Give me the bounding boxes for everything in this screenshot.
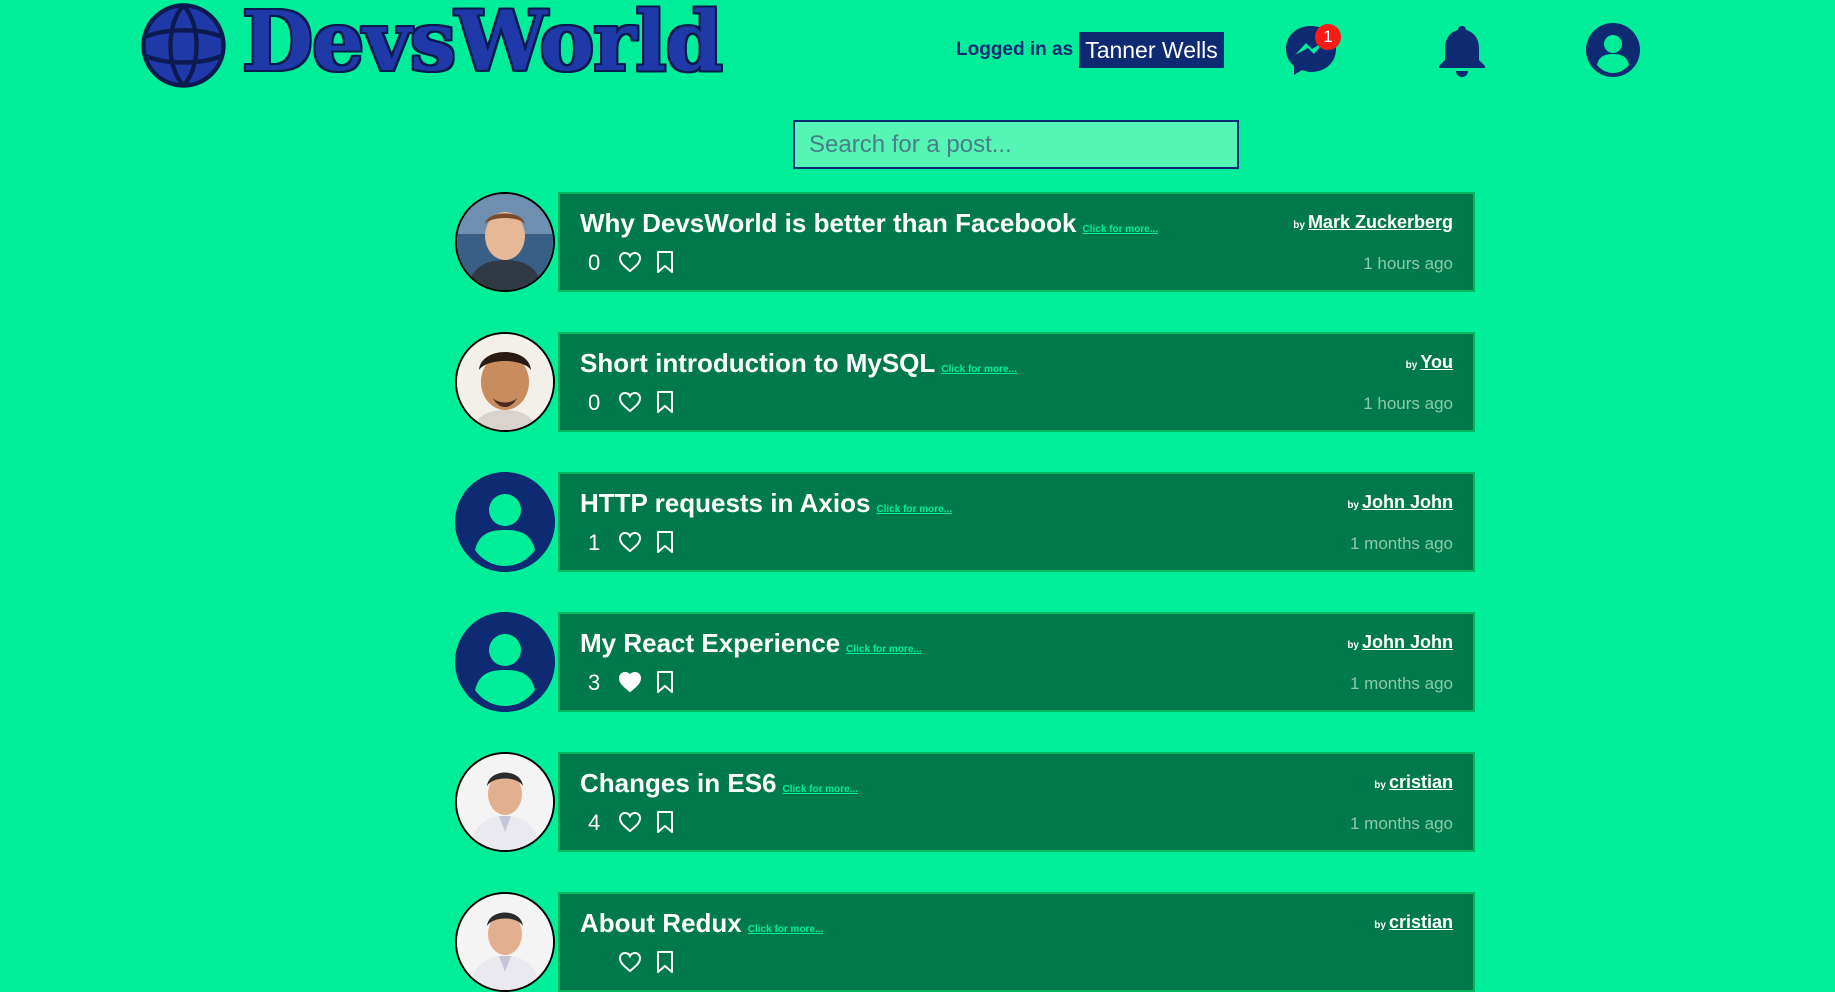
app-logo-text[interactable]: DevsWorld: [242, 0, 723, 90]
post-title[interactable]: Why DevsWorld is better than Facebook: [580, 208, 1077, 239]
logged-in-status: Logged in as Tanner Wells: [956, 32, 1224, 68]
post-row: Why DevsWorld is better than Facebook Cli…: [455, 192, 1475, 292]
user-account-icon: [1586, 23, 1640, 77]
post-timestamp: 1 months ago: [1349, 674, 1453, 693]
post-row: HTTP requests in Axios Click for more... b…: [455, 472, 1475, 572]
click-for-more-link[interactable]: Click for more...: [876, 504, 952, 515]
post-card[interactable]: Short introduction to MySQL Click for mor…: [558, 332, 1475, 432]
header: DevsWorld Logged in as Tanner Wells 1: [0, 0, 1835, 100]
heart-outline-icon[interactable]: [618, 391, 642, 413]
notification-count-badge: 1: [1315, 24, 1341, 50]
search-input[interactable]: [793, 120, 1239, 169]
heart-outline-icon[interactable]: [618, 951, 642, 973]
author-link[interactable]: You: [1420, 352, 1453, 373]
post-row: About Redux Click for more... by cristian: [455, 892, 1475, 992]
click-for-more-link[interactable]: Click for more...: [783, 784, 859, 795]
heart-outline-icon[interactable]: [618, 251, 642, 273]
post-row: Short introduction to MySQL Click for mor…: [455, 332, 1475, 432]
bell-icon: [1439, 26, 1485, 77]
bookmark-icon[interactable]: [655, 530, 675, 554]
like-count: 3: [588, 670, 601, 695]
bookmark-icon[interactable]: [655, 670, 675, 694]
post-title[interactable]: My React Experience: [580, 628, 840, 659]
heart-outline-icon[interactable]: [618, 811, 642, 833]
author-link[interactable]: Mark Zuckerberg: [1308, 212, 1453, 233]
bookmark-icon[interactable]: [655, 810, 675, 834]
post-card[interactable]: Why DevsWorld is better than Facebook Cli…: [558, 192, 1475, 292]
default-avatar-icon[interactable]: [455, 612, 555, 712]
post-title-line: Why DevsWorld is better than Facebook Cli…: [580, 208, 1158, 239]
post-title[interactable]: Changes in ES6: [580, 768, 777, 799]
like-count: 0: [588, 250, 601, 275]
post-title-line: About Redux Click for more...: [580, 908, 823, 939]
post-author: by John John: [1347, 632, 1453, 653]
post-title-line: Changes in ES6 Click for more...: [580, 768, 858, 799]
default-avatar-icon[interactable]: [455, 472, 555, 572]
author-avatar[interactable]: [455, 192, 555, 292]
post-card[interactable]: HTTP requests in Axios Click for more... b…: [558, 472, 1475, 572]
click-for-more-link[interactable]: Click for more...: [846, 644, 922, 655]
post-author: by cristian: [1374, 912, 1453, 933]
post-title-line: Short introduction to MySQL Click for mor…: [580, 348, 1017, 379]
logged-in-label: Logged in as: [956, 39, 1074, 60]
post-author: by cristian: [1374, 772, 1453, 793]
author-link[interactable]: cristian: [1389, 912, 1453, 933]
by-label: by: [1374, 780, 1386, 791]
author-avatar[interactable]: [455, 892, 555, 992]
author-link[interactable]: John John: [1362, 492, 1453, 513]
globe-logo-icon[interactable]: [140, 2, 227, 89]
messenger-button[interactable]: 1: [1281, 20, 1341, 80]
post-card[interactable]: About Redux Click for more... by cristian: [558, 892, 1475, 992]
heart-filled-icon[interactable]: [618, 671, 642, 693]
author-avatar[interactable]: [455, 752, 555, 852]
author-avatar[interactable]: [455, 332, 555, 432]
post-row: Changes in ES6 Click for more... by cristia…: [455, 752, 1475, 852]
post-timestamp: 1 hours ago: [1363, 394, 1453, 413]
click-for-more-link[interactable]: Click for more...: [748, 924, 824, 935]
post-title-line: My React Experience Click for more...: [580, 628, 922, 659]
like-count: 4: [588, 810, 601, 835]
post-row: My React Experience Click for more... by Jo…: [455, 612, 1475, 712]
by-label: by: [1405, 360, 1418, 371]
account-button[interactable]: [1583, 20, 1643, 80]
by-label: by: [1347, 500, 1359, 511]
post-author: by John John: [1347, 492, 1453, 513]
like-count: 1: [588, 530, 601, 555]
post-title[interactable]: Short introduction to MySQL: [580, 348, 935, 379]
bookmark-icon[interactable]: [655, 390, 675, 414]
post-card[interactable]: My React Experience Click for more... by Jo…: [558, 612, 1475, 712]
by-label: by: [1293, 220, 1305, 231]
click-for-more-link[interactable]: Click for more...: [941, 364, 1017, 375]
post-title[interactable]: About Redux: [580, 908, 742, 939]
by-label: by: [1374, 920, 1386, 931]
post-timestamp: 1 hours ago: [1363, 254, 1453, 273]
post-card[interactable]: Changes in ES6 Click for more... by cristia…: [558, 752, 1475, 852]
post-author: by You: [1406, 352, 1453, 373]
post-title[interactable]: HTTP requests in Axios: [580, 488, 870, 519]
by-label: by: [1347, 640, 1359, 651]
bookmark-icon[interactable]: [655, 250, 675, 274]
heart-outline-icon[interactable]: [618, 531, 642, 553]
post-author: by Mark Zuckerberg: [1293, 212, 1453, 233]
post-timestamp: 1 months ago: [1349, 534, 1453, 553]
like-count: 0: [588, 390, 601, 415]
notifications-button[interactable]: [1432, 20, 1492, 80]
post-title-line: HTTP requests in Axios Click for more...: [580, 488, 952, 519]
post-timestamp: 1 months ago: [1349, 814, 1453, 833]
bookmark-icon[interactable]: [655, 950, 675, 974]
click-for-more-link[interactable]: Click for more...: [1083, 224, 1159, 235]
author-link[interactable]: cristian: [1389, 772, 1453, 793]
username-badge[interactable]: Tanner Wells: [1079, 32, 1224, 68]
author-link[interactable]: John John: [1362, 632, 1453, 653]
